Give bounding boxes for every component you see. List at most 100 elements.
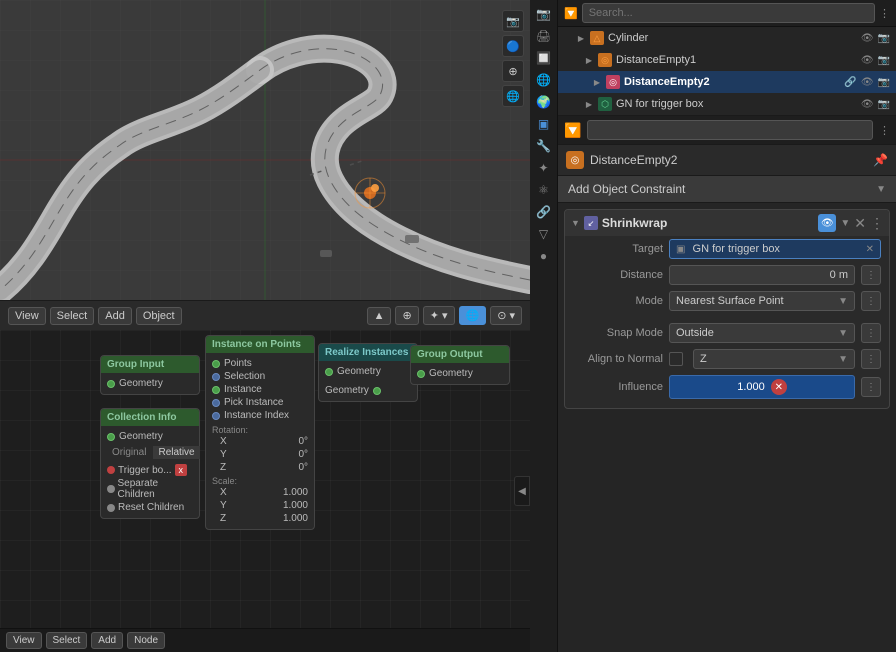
mode-dropdown[interactable]: Nearest Surface Point ▼ [669,291,855,311]
transform-btn[interactable]: ⊕ [395,306,418,325]
cylinder-arrow[interactable]: ▶ [576,33,586,43]
shrinkwrap-more-btn[interactable]: ⋮ [870,215,883,232]
de1-render[interactable]: 📷 [878,55,890,66]
search-input[interactable] [582,3,875,23]
outliner-cylinder[interactable]: ▶ △ Cylinder 👁 📷 [558,27,896,49]
influence-reset-btn[interactable]: ✕ [771,379,787,395]
de2-arrow[interactable]: ▶ [592,77,602,87]
overlay-toggle[interactable]: ⊙ ▾ [490,306,522,325]
camera-view-icon[interactable]: 📷 [502,10,524,32]
instance-on-points-node[interactable]: Instance on Points Points Selection Inst… [205,335,315,530]
gn-render[interactable]: 📷 [878,99,890,110]
group-input-header: Group Input [101,356,199,373]
target-value[interactable]: ▣ GN for trigger box ✕ [669,239,881,259]
prop-search-input[interactable] [587,120,873,140]
distance-row: Distance 0 m ⋮ [565,262,889,288]
move-up-btn[interactable]: ▲ [367,307,392,325]
distance-value[interactable]: 0 m [669,265,855,285]
view-layer-icon[interactable]: 🔲 [534,48,554,68]
influence-field[interactable]: 1.000 ✕ [669,375,855,399]
outliner-gn-trigger[interactable]: ▶ ⬡ GN for trigger box 👁 📷 [558,93,896,115]
shrinkwrap-close-btn[interactable]: ✕ [854,215,866,232]
render-icon[interactable]: 📷 [534,4,554,24]
reset-dot [107,504,115,512]
de2-render[interactable]: 📷 [878,77,890,88]
gizmo-icon[interactable]: 🌐 [502,85,524,107]
align-normal-checkbox[interactable] [669,352,683,366]
physics-icon[interactable]: ⚛ [534,180,554,200]
viewport-shading-icon[interactable]: 🔵 [502,35,524,57]
gn-eye[interactable]: 👁 [861,99,874,110]
de2-link[interactable]: 🔗 [844,77,856,88]
trigger-x[interactable]: x [175,464,188,476]
node-add-btn[interactable]: Add [91,632,123,649]
collection-info-node[interactable]: Collection Info Geometry Original Relati… [100,408,200,519]
shrinkwrap-visibility-btn[interactable]: 👁 [818,214,836,232]
pin-icon[interactable]: 📌 [873,153,888,167]
constraint-expand-btn[interactable]: ▼ [571,218,580,228]
material-icon[interactable]: ● [534,246,554,266]
align-extra-btn[interactable]: ⋮ [861,349,881,369]
output-icon[interactable]: 🖨 [534,26,554,46]
world-icon[interactable]: 🌍 [534,92,554,112]
distance-extra-btn[interactable]: ⋮ [861,265,881,285]
ci-relative-tab[interactable]: Relative [153,446,199,459]
rot-x: X [220,436,227,447]
snap-extra-btn[interactable]: ⋮ [861,323,881,343]
object-icon[interactable]: ▣ [534,114,554,134]
cylinder-render[interactable]: 📷 [878,33,890,44]
object-menu[interactable]: Object [136,307,182,325]
influence-extra-btn[interactable]: ⋮ [861,377,881,397]
ci-original-tab[interactable]: Original [107,446,151,459]
view-menu[interactable]: View [8,307,46,325]
node-node-btn[interactable]: Node [127,632,165,649]
particles-icon[interactable]: ✦ [534,158,554,178]
group-input-node[interactable]: Group Input Geometry [100,355,200,395]
align-axis-dropdown[interactable]: Z ▼ [693,349,855,369]
select-menu[interactable]: Select [50,307,95,325]
constraints-icon[interactable]: 🔗 [534,202,554,222]
collapse-panel-btn[interactable]: ◀ [514,476,530,506]
reset-children-item: Reset Children [107,501,193,514]
mode-extra-btn[interactable]: ⋮ [861,291,881,311]
mode-value: Nearest Surface Point [676,295,784,307]
scale-y: Y [220,500,227,511]
sphere-btn[interactable]: 🌐 [459,306,487,325]
outliner-distance-empty-2[interactable]: ▶ ◎ DistanceEmpty2 🔗 👁 📷 [558,71,896,93]
add-constraint-button[interactable]: Add Object Constraint ▼ [558,176,896,203]
right-panel: 📷 🖨 🔲 🌐 🌍 ▣ 🔧 ✦ ⚛ 🔗 ▽ ● 🔽 ⋮ [530,0,896,652]
influence-row: Influence 1.000 ✕ ⋮ [565,372,889,402]
prop-filter-icon[interactable]: 🔽 [564,122,581,139]
rot-y: Y [220,449,227,460]
outliner-options[interactable]: ⋮ [879,7,890,20]
overlay-icon[interactable]: ⊕ [502,60,524,82]
scale-z-val: 1.000 [226,513,308,524]
outliner-distance-empty-1[interactable]: ▶ ◎ DistanceEmpty1 👁 📷 [558,49,896,71]
de2-label: DistanceEmpty2 [624,76,840,88]
instance-on-points-label: Instance on Points [212,339,301,350]
node-select-btn[interactable]: Select [46,632,88,649]
viewport-3d[interactable]: 📷 🔵 ⊕ 🌐 View Select Add Object ▲ ⊕ [0,0,530,330]
select-label: Select [57,310,88,322]
realize-instances-node[interactable]: Realize Instances Geometry Geometry [318,343,418,402]
de1-eye[interactable]: 👁 [861,55,874,66]
add-menu[interactable]: Add [98,307,132,325]
node-editor[interactable]: Group Input Geometry Instance on Points … [0,330,530,652]
pivot-btn[interactable]: ✦ ▾ [423,306,455,325]
group-output-node[interactable]: Group Output Geometry [410,345,510,385]
shrinkwrap-type-dropdown[interactable]: ▼ [840,218,850,229]
modifier-icon[interactable]: 🔧 [534,136,554,156]
geometry-socket [107,380,115,388]
gn-arrow[interactable]: ▶ [584,99,594,109]
de1-arrow[interactable]: ▶ [584,55,594,65]
prop-options[interactable]: ⋮ [879,124,890,137]
scene-icon[interactable]: 🌐 [534,70,554,90]
target-label: Target [573,243,663,255]
cylinder-eye[interactable]: 👁 [861,33,874,44]
influence-label: Influence [573,381,663,393]
node-view-btn[interactable]: View [6,632,42,649]
target-clear-btn[interactable]: ✕ [866,244,874,255]
data-icon[interactable]: ▽ [534,224,554,244]
de2-eye[interactable]: 👁 [861,77,874,88]
snap-mode-dropdown[interactable]: Outside ▼ [669,323,855,343]
